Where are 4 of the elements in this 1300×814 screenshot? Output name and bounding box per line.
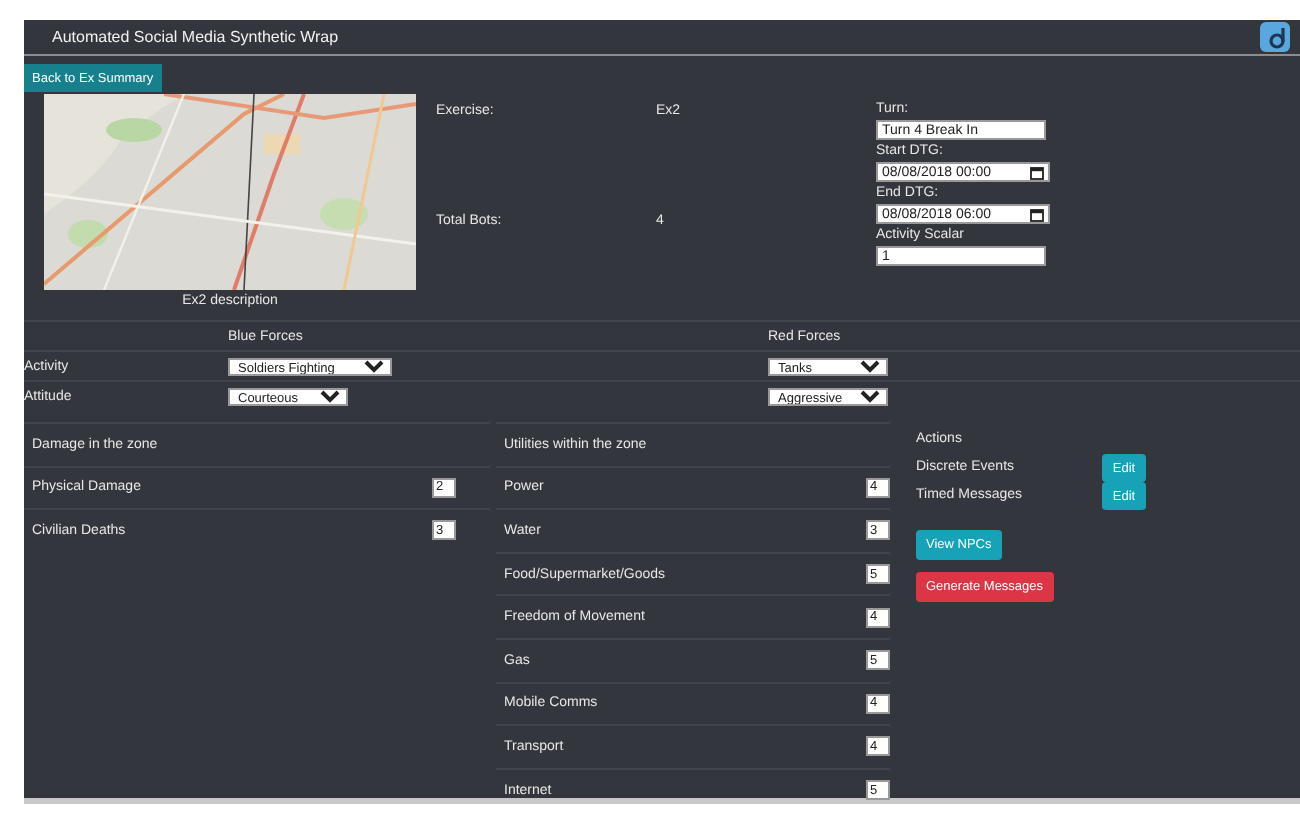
logo-icon[interactable] — [1260, 20, 1290, 54]
calendar-icon — [1030, 165, 1044, 179]
app-title: Automated Social Media Synthetic Wrap — [52, 28, 339, 46]
calendar-icon — [1030, 207, 1044, 221]
